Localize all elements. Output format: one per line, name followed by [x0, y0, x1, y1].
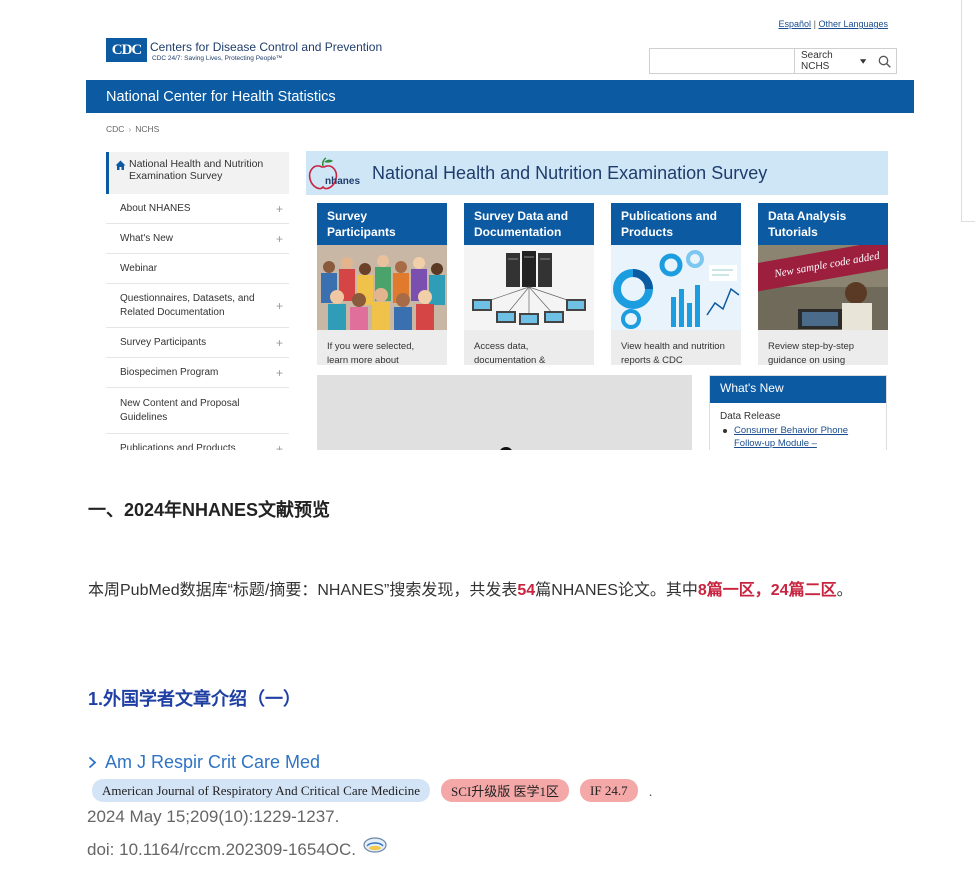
count-zones: 8篇一区，24篇二区 [697, 582, 837, 599]
expand-plus-icon[interactable]: + [276, 366, 283, 380]
breadcrumb-item-cdc[interactable]: CDC [106, 124, 124, 134]
cloud-link-icon[interactable] [362, 836, 388, 854]
search-input[interactable] [650, 49, 795, 73]
sidenav-item-label: Survey Participants [120, 336, 207, 348]
journal-tags: American Journal of Respiratory And Crit… [92, 779, 652, 802]
expand-plus-icon[interactable]: + [276, 336, 283, 350]
summary-paragraph: 本周PubMed数据库“标题/摘要：NHANES”搜索发现，共发表54篇NHAN… [88, 572, 918, 610]
charts-illustration [611, 245, 741, 330]
breadcrumb: CDC › NCHS [106, 124, 159, 134]
nhanes-logo[interactable]: nhanes [306, 151, 366, 195]
card-publications[interactable]: Publications and Products View health an… [611, 203, 741, 365]
servers-laptops-illustration [464, 245, 594, 330]
sidenav-item-label: Webinar [120, 262, 158, 274]
sidenav-item-questionnaires[interactable]: Questionnaires, Datasets, and Related Do… [106, 284, 289, 328]
sidenav-item-label: Publications and Products [120, 443, 236, 450]
sidenav-item-biospecimen[interactable]: Biospecimen Program + [106, 358, 289, 388]
lang-separator: | [813, 19, 816, 29]
sidenav-item-survey-participants[interactable]: Survey Participants + [106, 328, 289, 358]
sidenav-item-label: What's New [120, 232, 174, 244]
expand-plus-icon[interactable]: + [276, 232, 283, 246]
scrollbar-track [961, 0, 975, 222]
person-at-laptop-photo: New sample code added [758, 245, 888, 330]
para-text: 本周PubMed数据库“标题/摘要：NHANES”搜索发现，共发表 [88, 582, 518, 599]
card-title[interactable]: Publications and Products [611, 203, 741, 245]
impact-factor-tag: IF 24.7 [580, 779, 638, 802]
card-survey-participants[interactable]: Survey Participants If you were selected… [317, 203, 447, 365]
section-title: 一、2024年NHANES文献预览 [88, 500, 331, 520]
doi-line: doi: 10.1164/rccm.202309-1654OC. [87, 837, 388, 860]
cdc-logo[interactable]: CDC [106, 38, 147, 62]
sidenav-item-label: New Content and Proposal Guidelines [120, 397, 240, 423]
cdc-logo-title: Centers for Disease Control and Preventi… [150, 40, 383, 54]
whats-new-subtitle: Data Release [720, 411, 781, 422]
cdc-logo-subtitle: CDC 24/7: Saving Lives, Protecting Peopl… [152, 55, 283, 62]
side-navigation: National Health and Nutrition Examinatio… [106, 152, 289, 450]
crowd-photo [317, 245, 447, 330]
para-text: 篇NHANES论文。其中 [535, 582, 698, 599]
nchs-banner: National Center for Health Statistics [86, 80, 914, 113]
card-text: View health and nutrition reports & CDC [621, 341, 725, 365]
banner-title[interactable]: National Center for Health Statistics [106, 89, 336, 105]
home-icon [115, 160, 126, 170]
loading-spinner-icon [499, 447, 513, 450]
sidenav-item-publications[interactable]: Publications and Products + [106, 434, 289, 450]
whats-new-panel: What's New Data Release Consumer Behavio… [709, 375, 887, 450]
chevron-right-icon [88, 756, 97, 769]
sidenav-home-label: National Health and Nutrition Examinatio… [129, 158, 264, 182]
expand-plus-icon[interactable]: + [276, 442, 283, 450]
whats-new-title: What's New [710, 376, 886, 403]
card-text: Access data, documentation & [474, 341, 546, 365]
journal-abbr: Am J Respir Crit Care Med [105, 752, 321, 772]
sidenav-item-label: About NHANES [120, 202, 191, 214]
search-button[interactable] [873, 49, 896, 73]
caret-down-icon [860, 58, 867, 64]
card-text: Review step-by-step guidance on using [768, 341, 855, 365]
card-title[interactable]: Data Analysis Tutorials [758, 203, 888, 245]
lang-link-espanol[interactable]: Español [779, 19, 812, 29]
doi-text[interactable]: doi: 10.1164/rccm.202309-1654OC. [87, 840, 356, 860]
sidenav-item-label: Biospecimen Program [120, 366, 219, 378]
para-text: 。 [836, 582, 853, 599]
sci-zone-tag: SCI升级版 医学1区 [441, 779, 570, 802]
language-links: Español | Other Languages [779, 19, 888, 29]
subsection-title: 1.外国学者文章介绍（一） [88, 689, 302, 709]
sidenav-item-webinar[interactable]: Webinar [106, 254, 289, 284]
lang-link-other[interactable]: Other Languages [818, 19, 888, 29]
card-title[interactable]: Survey Data and Documentation [464, 203, 594, 245]
apple-icon [308, 157, 338, 190]
journal-full-name-tag: American Journal of Respiratory And Crit… [92, 779, 431, 802]
count-total: 54 [517, 582, 536, 599]
breadcrumb-item-nchs[interactable]: NCHS [135, 124, 159, 134]
citation: 2024 May 15;209(10):1229-1237. [87, 807, 340, 826]
card-text: If you were selected, learn more about [327, 341, 415, 365]
expand-plus-icon[interactable]: + [276, 202, 283, 216]
hero-title: National Health and Nutrition Examinatio… [372, 162, 768, 183]
search-scope-label: Search NCHS [801, 50, 833, 72]
nhanes-hero-banner: nhanes National Health and Nutrition Exa… [306, 151, 888, 195]
journal-link[interactable]: Am J Respir Crit Care Med [88, 752, 320, 773]
search-scope-dropdown[interactable]: Search NCHS [795, 49, 873, 73]
cdc-nhanes-screenshot: Español | Other Languages CDC Centers fo… [86, 0, 914, 450]
whats-new-link[interactable]: Consumer Behavior Phone Follow-up Module… [710, 424, 886, 450]
sidenav-home[interactable]: National Health and Nutrition Examinatio… [106, 152, 289, 194]
chevron-right-icon: › [128, 124, 132, 134]
expand-plus-icon[interactable]: + [276, 299, 283, 313]
card-title[interactable]: Survey Participants [317, 203, 447, 245]
sidenav-item-label: Questionnaires, Datasets, and Related Do… [120, 292, 255, 318]
tag-period: . [648, 782, 653, 799]
card-tutorials[interactable]: Data Analysis Tutorials New sample code … [758, 203, 888, 365]
video-player[interactable] [317, 375, 692, 450]
nhanes-logo-text: nhanes [325, 176, 361, 187]
sidenav-item-about[interactable]: About NHANES + [106, 194, 289, 224]
search-bar: Search NCHS [649, 48, 897, 74]
card-survey-data[interactable]: Survey Data and Documentation Access dat… [464, 203, 594, 365]
search-icon [878, 55, 891, 68]
sidenav-item-new-content[interactable]: New Content and Proposal Guidelines [106, 388, 289, 434]
sidenav-item-whats-new[interactable]: What's New + [106, 224, 289, 254]
